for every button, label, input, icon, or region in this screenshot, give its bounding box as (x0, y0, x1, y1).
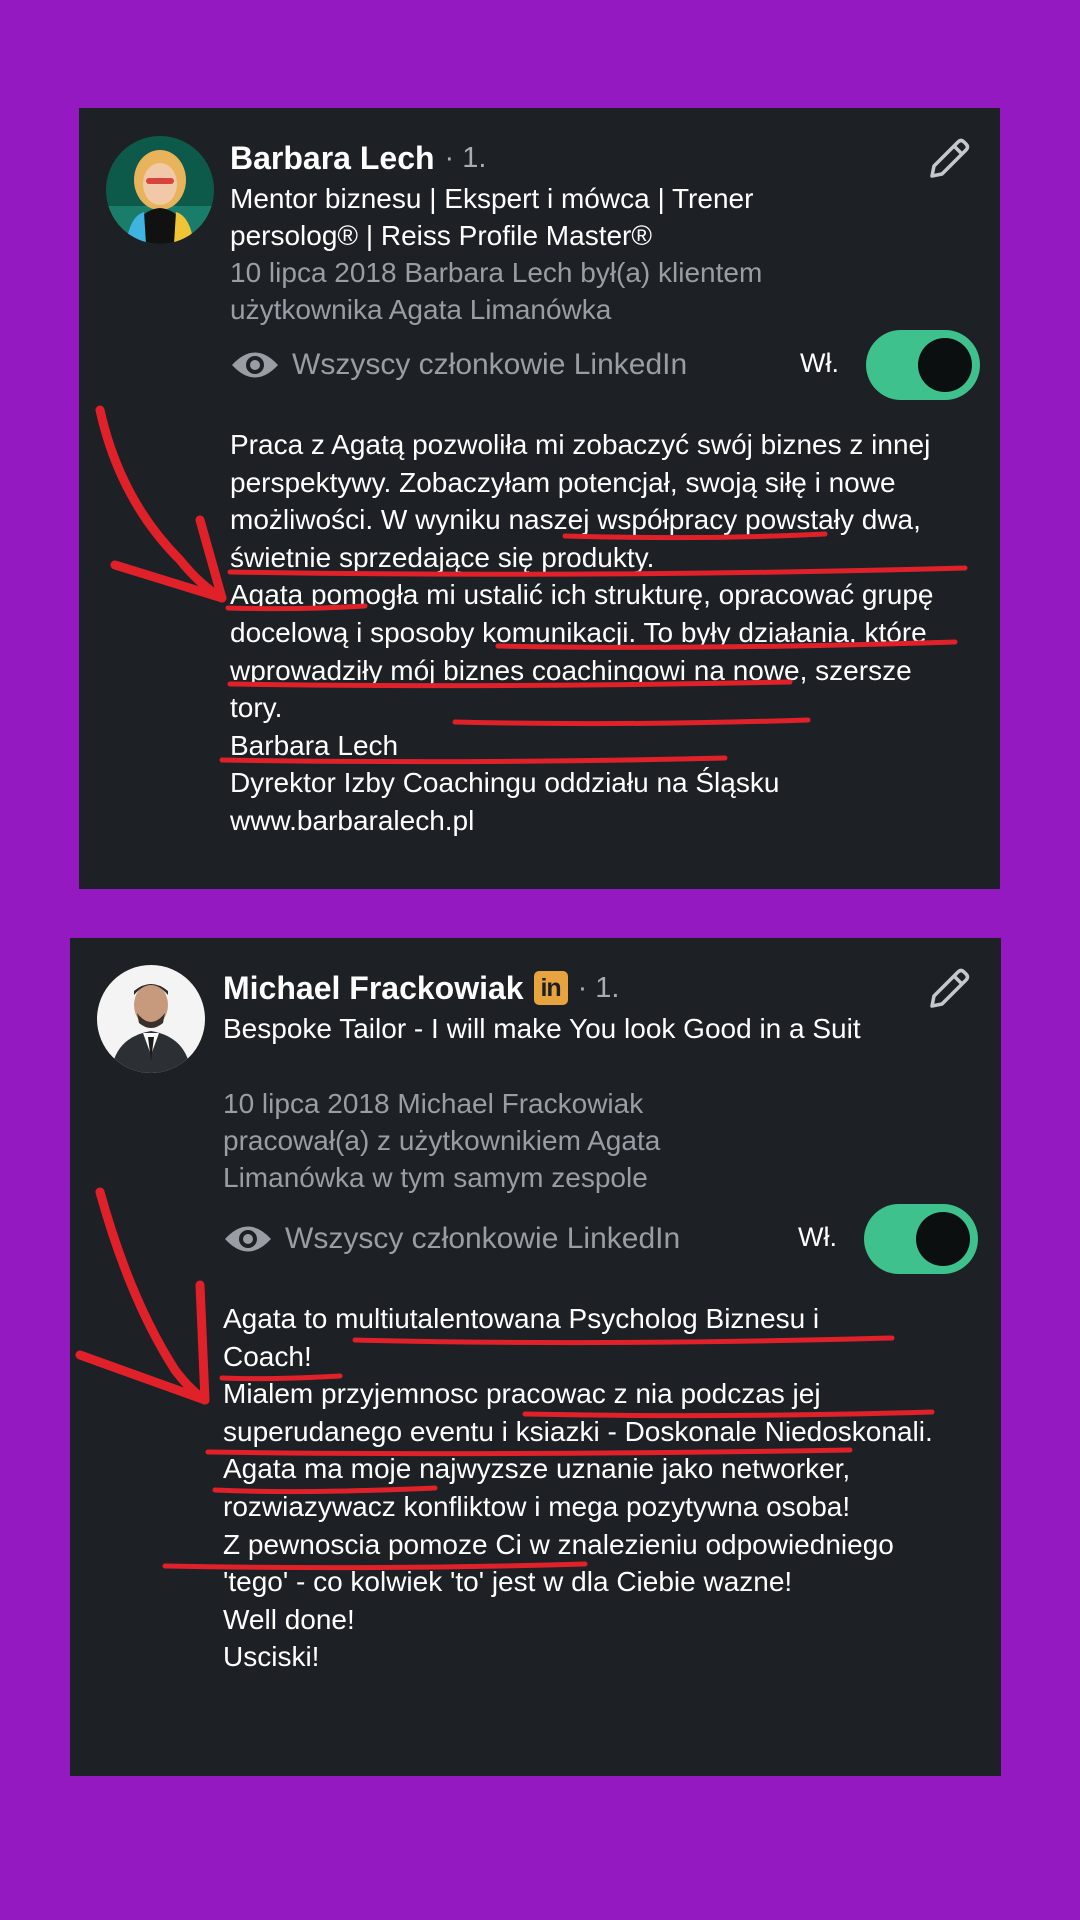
body-website: www.barbaralech.pl (230, 804, 475, 836)
body-paragraph: Well done! (223, 1603, 355, 1635)
linkedin-badge-icon: in (533, 971, 568, 1005)
visibility-toggle[interactable] (866, 330, 980, 400)
body-paragraph: Mialem przyjemnosc pracowac z nia podcza… (223, 1378, 933, 1447)
author-headline: Bespoke Tailor - I will make You look Go… (223, 1013, 861, 1044)
body-paragraph: Z pewnoscia pomoze Ci w znalezieniu odpo… (223, 1528, 894, 1598)
relation-text: 10 lipca 2018 Michael Frackowiak pracowa… (223, 1088, 661, 1193)
recommendation-card-michael: Michael Frackowiak in · 1. Bespoke Tailo… (70, 938, 1001, 1776)
body-paragraph: Agata pomogła mi ustalić ich strukturę, … (230, 579, 934, 724)
visibility-row[interactable]: Wszyscy członkowie LinkedIn (230, 330, 687, 400)
connection-degree: · 1. (444, 141, 487, 174)
author-name-line: Barbara Lech · 1. (230, 136, 486, 180)
recommendation-body: Praca z Agatą pozwoliła mi zobaczyć swój… (230, 426, 970, 840)
author-headline: Mentor biznesu | Ekspert i mówca | Trene… (230, 183, 754, 251)
visibility-toggle[interactable] (864, 1204, 978, 1274)
pencil-icon[interactable] (924, 964, 974, 1014)
body-paragraph: Agata to multiutalentowana Psycholog Biz… (223, 1303, 820, 1372)
author-name[interactable]: Barbara Lech (230, 140, 435, 177)
toggle-label: Wł. (798, 1222, 837, 1252)
connection-degree: · 1. (577, 971, 620, 1004)
body-paragraph: Agata ma moje najwyzsze uznanie jako net… (223, 1453, 851, 1522)
toggle-knob (916, 1212, 970, 1266)
recommendation-card-barbara: Barbara Lech · 1. Mentor biznesu | Ekspe… (79, 108, 1000, 889)
visibility-row[interactable]: Wszyscy członkowie LinkedIn (223, 1204, 680, 1274)
body-paragraph: Usciski! (223, 1641, 320, 1673)
body-signature-title: Dyrektor Izby Coachingu oddziału na Śląs… (230, 767, 780, 799)
toggle-knob (918, 338, 972, 392)
visibility-label: Wszyscy członkowie LinkedIn (292, 348, 688, 381)
pencil-icon[interactable] (924, 134, 974, 184)
avatar[interactable] (97, 965, 205, 1073)
relation-text: 10 lipca 2018 Barbara Lech był(a) klient… (230, 257, 763, 325)
recommendation-body: Agata to multiutalentowana Psycholog Biz… (223, 1300, 978, 1676)
body-paragraph: Praca z Agatą pozwoliła mi zobaczyć swój… (230, 429, 931, 573)
body-signature-name: Barbara Lech (230, 729, 399, 761)
avatar[interactable] (106, 136, 214, 244)
visibility-label: Wszyscy członkowie LinkedIn (285, 1222, 681, 1255)
author-name-line: Michael Frackowiak in · 1. (223, 966, 619, 1010)
eye-icon (232, 352, 278, 378)
author-name[interactable]: Michael Frackowiak (223, 970, 524, 1007)
toggle-label: Wł. (800, 348, 839, 378)
eye-icon (225, 1226, 271, 1252)
